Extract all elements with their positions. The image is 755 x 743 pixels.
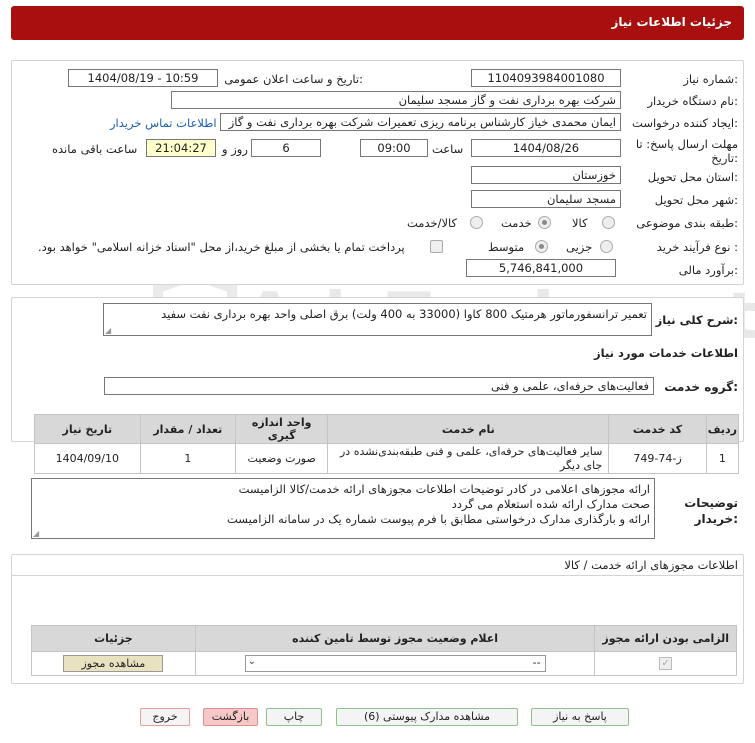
col-qty: تعداد / مقدار xyxy=(139,414,236,444)
col-license-required: الزامی بودن ارائه مجوز xyxy=(594,625,737,652)
chevron-down-icon: ⌄ xyxy=(247,656,256,667)
services-title: اطلاعات خدمات مورد نیاز xyxy=(594,346,738,360)
view-license-button[interactable]: مشاهده مجوز xyxy=(63,655,164,672)
service-group-label: گروه خدمت: xyxy=(664,380,738,394)
summary-box: تعمیر ترانسفورماتور هرمتیک 800 کاوا (330… xyxy=(103,303,652,336)
need-number-field: 1104093984001080 xyxy=(471,69,621,87)
print-button[interactable]: چاپ xyxy=(266,708,322,726)
days-label: روز و xyxy=(222,142,248,156)
process-radio-minor[interactable] xyxy=(600,240,613,253)
category-radio-service[interactable] xyxy=(538,216,551,229)
deadline-label: مهلت ارسال پاسخ: تا xyxy=(635,137,738,151)
treasury-payment-note: پرداخت تمام یا بخشی از مبلغ خرید،از محل … xyxy=(38,240,405,254)
creator-field: ایمان محمدی خیاز کارشناس برنامه ریزی تعم… xyxy=(220,113,621,131)
licenses-table: الزامی بودن ارائه مجوز اعلام وضعیت مجوز … xyxy=(31,625,737,676)
licenses-title: اطلاعات مجوزهای ارائه خدمت / کالا xyxy=(564,558,738,572)
cell-unit: صورت وضعیت xyxy=(234,443,329,474)
buyer-org-field: شرکت بهره برداری نفت و گاز مسجد سلیمان xyxy=(171,91,621,109)
category-option-service: خدمت xyxy=(501,216,532,230)
buyer-notes-label: توضیحات xyxy=(684,496,738,510)
cell-name: سایر فعالیت‌های حرفه‌ای، علمی و فنی طبقه… xyxy=(327,443,610,474)
creator-label: ایجاد کننده درخواست: xyxy=(632,116,738,130)
cell-qty: 1 xyxy=(139,443,236,474)
cell-date: 1404/09/10 xyxy=(34,443,141,474)
buyer-notes-label-2: خریدار: xyxy=(694,512,738,526)
licenses-divider xyxy=(11,575,744,576)
col-code: کد خدمت xyxy=(608,414,707,444)
buyer-notes-line: صحت مدارک ارائه شده استعلام می گردد xyxy=(451,497,650,511)
city-label: شهر محل تحویل: xyxy=(654,193,738,207)
announce-datetime-field: 1404/08/19 - 10:59 xyxy=(68,69,218,87)
city-field: مسجد سلیمان xyxy=(471,190,621,208)
col-date: تاریخ نیاز xyxy=(34,414,141,444)
category-label: طبقه بندی موضوعی: xyxy=(636,216,738,230)
days-remaining-field: 6 xyxy=(251,139,321,157)
category-radio-goods[interactable] xyxy=(602,216,615,229)
deadline-label-date: تاریخ: xyxy=(711,151,738,165)
service-group-field: فعالیت‌های حرفه‌ای، علمی و فنی xyxy=(104,377,654,395)
announce-datetime-label: تاریخ و ساعت اعلان عمومی: xyxy=(224,72,363,86)
cell-license-details: مشاهده مجوز xyxy=(31,651,196,676)
col-license-status: اعلام وضعیت مجوز توسط تامین کننده xyxy=(194,625,596,652)
exit-button[interactable]: خروج xyxy=(140,708,190,726)
cell-code: ز-74-749 xyxy=(608,443,707,474)
category-radio-goods-service[interactable] xyxy=(470,216,483,229)
buyer-org-label: نام دستگاه خریدار: xyxy=(647,94,738,108)
treasury-payment-checkbox[interactable] xyxy=(430,240,443,253)
province-field: خوزستان xyxy=(471,166,621,184)
buyer-notes-line: ارائه مجوزهای اعلامی در کادر توضیحات اطل… xyxy=(238,482,650,496)
col-row: ردیف xyxy=(705,414,740,444)
province-label: استان محل تحویل: xyxy=(647,170,738,184)
category-option-goods: کالا xyxy=(572,216,588,230)
remaining-time-label: ساعت باقی مانده xyxy=(52,142,138,156)
budget-field: 5,746,841,000 xyxy=(466,259,616,277)
buyer-notes-line: ارائه و بارگذاری مدارک درخواستی مطابق با… xyxy=(227,512,650,526)
remaining-time-field: 21:04:27 xyxy=(146,139,216,157)
page-header: جزئیات اطلاعات نیاز xyxy=(11,6,744,40)
process-option-minor: جزیی xyxy=(566,240,593,254)
summary-label: شرح کلی نیاز: xyxy=(655,313,738,327)
contact-buyer-link[interactable]: اطلاعات تماس خریدار xyxy=(110,116,217,130)
col-license-details: جزئیات xyxy=(31,625,196,652)
cell-license-required: ✓ xyxy=(594,651,737,676)
license-required-checkbox: ✓ xyxy=(659,657,673,671)
page-title: جزئیات اطلاعات نیاز xyxy=(611,15,732,29)
budget-label: برآورد مالی: xyxy=(678,263,738,277)
table-row: 1 ز-74-749 سایر فعالیت‌های حرفه‌ای، علمی… xyxy=(34,443,740,474)
category-option-goods-service: کالا/خدمت xyxy=(407,216,458,230)
process-label: نوع فرآیند خرید : xyxy=(656,240,738,254)
need-number-label: شماره نیاز: xyxy=(683,72,738,86)
license-status-select[interactable]: -- ⌄ xyxy=(244,655,546,672)
resize-grip-icon: ◢ xyxy=(105,326,112,335)
licenses-table-header: الزامی بودن ارائه مجوز اعلام وضعیت مجوز … xyxy=(31,625,737,652)
process-radio-medium[interactable] xyxy=(535,240,548,253)
license-status-value: -- xyxy=(532,656,541,669)
deadline-time-label: ساعت xyxy=(432,142,464,156)
reply-to-need-button[interactable]: پاسخ به نیاز xyxy=(531,708,629,726)
view-attachments-button[interactable]: مشاهده مدارک پیوستی (6) xyxy=(336,708,518,726)
process-option-medium: متوسط xyxy=(488,240,525,254)
services-table: ردیف کد خدمت نام خدمت واحد اندازه گیری ت… xyxy=(34,414,740,474)
resize-grip-icon: ◢ xyxy=(33,529,40,538)
cell-license-status: -- ⌄ xyxy=(194,651,596,676)
summary-text: تعمیر ترانسفورماتور هرمتیک 800 کاوا (330… xyxy=(161,307,647,321)
cell-row: 1 xyxy=(705,443,740,474)
buyer-notes-box: ارائه مجوزهای اعلامی در کادر توضیحات اطل… xyxy=(31,478,655,539)
col-unit: واحد اندازه گیری xyxy=(234,414,329,444)
table-row: ✓ -- ⌄ مشاهده مجوز xyxy=(31,651,737,676)
back-button[interactable]: بازگشت xyxy=(203,708,258,726)
deadline-date-field: 1404/08/26 xyxy=(471,139,621,157)
services-table-header: ردیف کد خدمت نام خدمت واحد اندازه گیری ت… xyxy=(34,414,740,444)
col-name: نام خدمت xyxy=(327,414,610,444)
deadline-time-field: 09:00 xyxy=(360,139,428,157)
